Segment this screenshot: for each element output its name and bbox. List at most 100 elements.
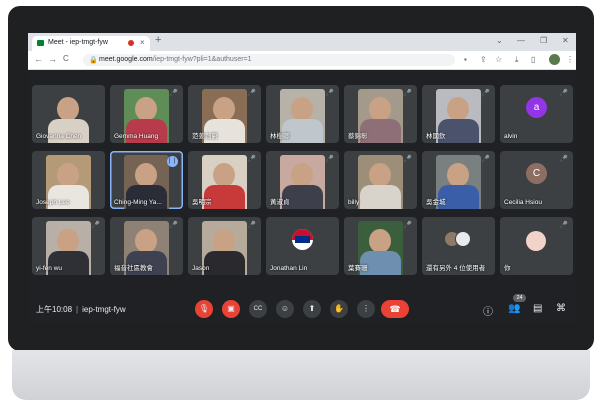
participant-face <box>57 97 79 121</box>
participant-name: yi-fen wu <box>36 265 63 272</box>
participant-tile[interactable]: 🎤 Jason <box>188 217 261 275</box>
participant-tile[interactable]: Joseph Lee <box>32 151 105 209</box>
meet-control-bar: 上午10:08 | iep-tmgt-fyw 🎙 ▣ CC ☺ ⬆ ✋ ⋮ ☎ ⓘ … <box>28 294 576 323</box>
participant-name: Joseph Lee <box>36 199 70 206</box>
reload-button[interactable]: C <box>63 54 69 63</box>
self-avatar <box>526 231 546 251</box>
more-menu-icon[interactable]: ⋮ <box>566 55 574 64</box>
share-icon[interactable]: ⇪ <box>480 55 487 64</box>
participant-name: 福音社區教會 <box>114 265 153 272</box>
info-icon[interactable]: ⓘ <box>483 303 493 318</box>
raise-hand-icon[interactable]: ✋ <box>330 300 348 318</box>
mic-muted-icon: 🎤 <box>247 222 256 229</box>
close-tab-icon[interactable]: × <box>140 38 145 47</box>
closed-captions-icon[interactable]: CC <box>249 300 267 318</box>
close-window-button[interactable]: ✕ <box>562 36 569 45</box>
chevron-down-icon[interactable]: ⌄ <box>496 36 503 45</box>
participant-tile[interactable]: 🎤 范姜創蔚 <box>188 85 261 143</box>
browser-window: Meet - iep-tmgt-fyw × + ⌄ — ❐ ✕ ← → C 🔒 … <box>28 33 576 323</box>
mic-muted-icon: 🎤 <box>325 156 334 163</box>
speaking-indicator-icon: ❘❘❘ <box>167 156 182 167</box>
mic-muted-icon: 🎤 <box>403 156 412 163</box>
participant-name: Giovanna Chen <box>36 133 82 140</box>
mic-muted-icon: 🎤 <box>169 222 178 229</box>
mic-muted-icon: 🎤 <box>169 90 178 97</box>
participant-tile[interactable]: 🎤 yi-fen wu <box>32 217 105 275</box>
people-icon[interactable]: 👥 <box>508 303 520 314</box>
mic-muted-icon: 🎤 <box>403 222 412 229</box>
participant-tile[interactable]: 還有另外 4 位使用者 <box>422 217 495 275</box>
mic-muted-icon: 🎤 <box>481 90 490 97</box>
participant-name: 林樹卿 <box>270 133 290 140</box>
participant-grid: Giovanna Chen 🎤 Gemma Huang 🎤 范姜創蔚 🎤 林樹卿 🎤 蔡錦彰 🎤 林… <box>28 69 576 293</box>
people-count-badge: 24 <box>513 294 526 302</box>
restore-button[interactable]: ❐ <box>540 36 547 45</box>
call-end-icon[interactable]: ☎ <box>381 300 409 318</box>
mic-muted-icon: 🎤 <box>559 156 568 163</box>
meeting-code: iep-tmgt-fyw <box>82 305 126 314</box>
participant-tile[interactable]: a 🎤 alvin <box>500 85 573 143</box>
meet-favicon-icon <box>37 40 44 46</box>
participant-tile[interactable]: 🎤 葉賽珊 <box>344 217 417 275</box>
participant-tile[interactable]: 🎤 黃淑貞 <box>266 151 339 209</box>
participant-name: Jonathan Lin <box>270 265 308 272</box>
mic-muted-icon: 🎤 <box>403 90 412 97</box>
participant-body <box>204 251 245 275</box>
participant-tile[interactable]: 🎤 你 <box>500 217 573 275</box>
mic-muted-icon: 🎤 <box>559 90 568 97</box>
participant-tile[interactable]: C 🎤 Cecilia Hsiou <box>500 151 573 209</box>
participant-tile[interactable]: 🎤 billy <box>344 151 417 209</box>
chat-icon[interactable]: ▤ <box>533 303 542 314</box>
camera-indicator-icon[interactable]: ▪ <box>464 55 467 64</box>
participant-tile[interactable]: 🎤 林國欽 <box>422 85 495 143</box>
tab-title: Meet - iep-tmgt-fyw <box>48 39 108 46</box>
participant-tile[interactable]: 🎤 吳明宗 <box>188 151 261 209</box>
address-bar-row: ← → C 🔒 meet.google.com/iep-tmgt-fyw?pli… <box>28 51 576 70</box>
participant-tile[interactable]: 🎤 福音社區教會 <box>110 217 183 275</box>
side-panel-icon[interactable]: ▯ <box>531 55 535 64</box>
url-input[interactable]: 🔒 meet.google.com/iep-tmgt-fyw?pli=1&aut… <box>83 54 455 66</box>
participant-tile[interactable]: 🎤 Gemma Huang <box>110 85 183 143</box>
minimize-button[interactable]: — <box>517 36 525 45</box>
participant-tile[interactable]: 🎤 林樹卿 <box>266 85 339 143</box>
participant-face <box>135 229 157 253</box>
participant-face <box>213 163 235 187</box>
mic-muted-icon: 🎤 <box>559 222 568 229</box>
participant-tile[interactable]: Giovanna Chen <box>32 85 105 143</box>
participant-tile[interactable]: 🎤 蔡錦彰 <box>344 85 417 143</box>
clock-time: 上午10:08 <box>36 305 73 314</box>
participant-face <box>369 97 391 121</box>
monitor-chin <box>12 350 590 400</box>
participant-face <box>447 97 469 121</box>
meeting-info: 上午10:08 | iep-tmgt-fyw <box>36 305 126 314</box>
mic-muted-icon: 🎤 <box>247 156 256 163</box>
participant-name: Ching-Ming Ya... <box>114 199 162 206</box>
emoji-icon[interactable]: ☺ <box>276 300 294 318</box>
participant-tile[interactable]: ❘❘❘ Ching-Ming Ya... <box>110 151 183 209</box>
flag-avatar <box>292 229 313 250</box>
videocam-off-icon[interactable]: ▣ <box>222 300 240 318</box>
participant-name: 吳明宗 <box>192 199 212 206</box>
participant-tile[interactable]: 🎤 吳金城 <box>422 151 495 209</box>
activities-icon[interactable]: ⌘ <box>556 303 566 314</box>
back-button[interactable]: ← <box>34 54 43 64</box>
participant-name: 黃淑貞 <box>270 199 290 206</box>
participant-face <box>447 163 469 187</box>
participant-name: Cecilia Hsiou <box>504 199 542 206</box>
participant-face <box>369 163 391 187</box>
download-icon[interactable]: ⤓ <box>515 55 519 65</box>
participant-tile[interactable]: Jonathan Lin <box>266 217 339 275</box>
participant-name: 吳金城 <box>426 199 446 206</box>
forward-button[interactable]: → <box>48 54 57 64</box>
participant-name: 還有另外 4 位使用者 <box>426 265 486 272</box>
new-tab-button[interactable]: + <box>155 34 161 46</box>
browser-tab[interactable]: Meet - iep-tmgt-fyw × <box>32 36 150 51</box>
participant-avatar: C <box>526 163 547 184</box>
present-screen-icon[interactable]: ⬆ <box>303 300 321 318</box>
mic-off-icon[interactable]: 🎙 <box>195 300 213 318</box>
more-vert-icon[interactable]: ⋮ <box>357 300 375 318</box>
participant-avatar: a <box>526 97 547 118</box>
mic-muted-icon: 🎤 <box>325 90 334 97</box>
profile-avatar[interactable] <box>549 54 560 65</box>
bookmark-star-icon[interactable]: ☆ <box>495 55 502 64</box>
